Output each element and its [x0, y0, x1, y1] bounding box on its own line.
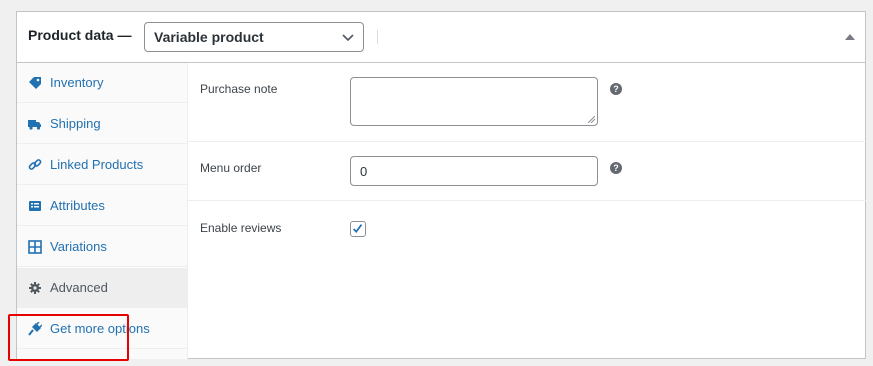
grid-icon	[28, 239, 42, 254]
tab-variations[interactable]: Variations	[17, 227, 187, 267]
help-icon[interactable]: ?	[610, 83, 622, 95]
product-type-value: Variable product	[154, 29, 264, 45]
tab-inventory[interactable]: Inventory	[17, 63, 187, 103]
menu-order-row: Menu order 0 ?	[188, 142, 866, 201]
link-icon	[28, 158, 42, 170]
enable-reviews-row: Enable reviews	[188, 201, 866, 257]
menu-order-label: Menu order	[200, 161, 262, 175]
gear-icon	[29, 281, 41, 294]
header-divider	[377, 30, 378, 44]
menu-order-value: 0	[360, 164, 368, 179]
tab-label: Variations	[50, 239, 107, 254]
tab-label: Attributes	[50, 198, 105, 213]
truck-icon	[28, 119, 41, 130]
tab-label: Shipping	[50, 116, 101, 131]
enable-reviews-label: Enable reviews	[200, 221, 282, 235]
resize-grip-icon[interactable]	[588, 116, 595, 123]
purchase-note-textarea[interactable]	[350, 77, 598, 126]
tab-label: Advanced	[50, 280, 108, 295]
tab-shipping[interactable]: Shipping	[17, 104, 187, 144]
menu-order-input[interactable]: 0	[350, 156, 598, 186]
purchase-note-row: Purchase note ?	[188, 63, 866, 142]
panel-header: Product data — Variable product	[17, 12, 865, 63]
tab-label: Linked Products	[50, 157, 144, 172]
enable-reviews-checkbox[interactable]	[350, 221, 366, 237]
help-icon[interactable]: ?	[610, 162, 622, 174]
tab-advanced[interactable]: Advanced	[17, 268, 187, 308]
checkmark-icon	[353, 224, 363, 233]
tab-linked-products[interactable]: Linked Products	[17, 145, 187, 185]
product-data-tabs: Inventory Shipping Linked Products Attri…	[8, 63, 188, 361]
product-type-select[interactable]: Variable product	[144, 22, 364, 52]
tab-attributes[interactable]: Attributes	[17, 186, 187, 226]
chevron-down-icon	[342, 34, 354, 42]
panel-title: Product data —	[28, 27, 132, 43]
advanced-tab-highlight	[8, 314, 129, 361]
tag-icon	[29, 76, 41, 89]
product-data-panel: Product data — Variable product Inventor…	[8, 11, 866, 361]
tab-label: Inventory	[50, 75, 104, 90]
collapse-toggle-icon[interactable]	[845, 33, 855, 40]
purchase-note-label: Purchase note	[200, 82, 278, 96]
list-icon	[29, 200, 41, 211]
